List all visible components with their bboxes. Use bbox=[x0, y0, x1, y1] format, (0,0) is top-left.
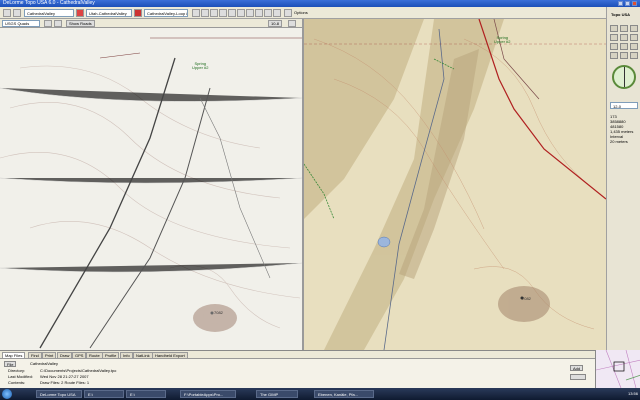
taskbar-item-5[interactable]: The GIMP bbox=[256, 390, 298, 398]
tool-7-icon[interactable] bbox=[246, 9, 254, 17]
nav-btn-12[interactable] bbox=[630, 52, 638, 59]
zoom-level-field[interactable]: 12-0 bbox=[610, 102, 638, 109]
nav-btn-2[interactable] bbox=[620, 25, 628, 32]
open-icon[interactable] bbox=[3, 9, 11, 17]
spring-label-right-sub: Upper #2 bbox=[494, 39, 511, 44]
tool-5-icon[interactable] bbox=[228, 9, 236, 17]
minimize-icon[interactable] bbox=[618, 1, 623, 6]
tool-3-icon[interactable] bbox=[210, 9, 218, 17]
nav-btn-4[interactable] bbox=[610, 34, 618, 41]
relief-graphic bbox=[304, 19, 606, 350]
start-button-icon[interactable] bbox=[2, 389, 12, 399]
window-titlebar: DeLorme Topo USA 6.0 - CathedralValley bbox=[0, 0, 640, 7]
nav-btn-7[interactable] bbox=[610, 43, 618, 50]
system-clock[interactable]: 13:56 bbox=[628, 390, 638, 398]
shaded-relief-map[interactable]: Spring Upper #2 7082 bbox=[304, 19, 606, 350]
taskbar-item-4[interactable]: F:\PortableApps\Pro... bbox=[180, 390, 236, 398]
tool-8-icon[interactable] bbox=[255, 9, 263, 17]
nav-btn-6[interactable] bbox=[630, 34, 638, 41]
main-toolbar: CathedralValley Utah-CathedralValley Cat… bbox=[0, 7, 606, 19]
show-roads-button[interactable]: Show Roads bbox=[66, 20, 95, 27]
taskbar-item-3[interactable]: E:\ bbox=[126, 390, 166, 398]
route-select[interactable]: Utah-CathedralValley bbox=[86, 9, 132, 17]
usgs-quad-map[interactable]: Spring Upper #2 7082 bbox=[0, 28, 302, 350]
nav-btn-10[interactable] bbox=[610, 52, 618, 59]
window-title: DeLorme Topo USA 6.0 - CathedralValley bbox=[3, 0, 95, 6]
directory-label: Directory: bbox=[8, 368, 26, 373]
quad-select[interactable]: USGS Quads (DRG) bbox=[2, 20, 40, 32]
nav-btn-1[interactable] bbox=[610, 25, 618, 32]
nav-btn-9[interactable] bbox=[630, 43, 638, 50]
compass-icon[interactable] bbox=[612, 65, 636, 89]
close-icon[interactable] bbox=[632, 1, 637, 6]
taskbar-item-1[interactable]: DeLorme Topo USA bbox=[36, 390, 82, 398]
spring-label-left: Spring Upper #2 bbox=[192, 62, 208, 70]
add-button[interactable]: Add bbox=[570, 365, 584, 371]
interval-value: 20 meters bbox=[610, 139, 628, 144]
peak-label-right: 7082 bbox=[522, 296, 531, 301]
scale-field[interactable]: 10-8 bbox=[268, 20, 283, 27]
map-file-select[interactable]: CathedralValley bbox=[24, 9, 74, 17]
tab-bar: Map Files Find Print Draw GPS Route Prof… bbox=[0, 350, 595, 359]
tool-9-icon[interactable] bbox=[264, 9, 272, 17]
spring-label-right: Spring Upper #2 bbox=[494, 36, 510, 44]
data-icon[interactable] bbox=[44, 20, 52, 27]
file-name[interactable]: CathedralValley bbox=[30, 361, 58, 366]
options-label[interactable]: Options bbox=[294, 10, 308, 15]
route2-select[interactable]: CathedralValley-Loop 8/4 bbox=[144, 9, 188, 17]
spring-label-left-sub: Upper #2 bbox=[192, 65, 209, 70]
map-files-panel: File CathedralValley Directory: C:\Docum… bbox=[0, 358, 595, 388]
navigation-panel: Topo USA 12-0 173 3858880 481580 1,435 m… bbox=[606, 7, 640, 350]
file-menu-button[interactable]: File bbox=[4, 361, 17, 367]
modified-label: Last Modified: bbox=[8, 374, 33, 379]
remove-icon[interactable] bbox=[570, 374, 586, 380]
data-icon-2[interactable] bbox=[54, 20, 62, 27]
route-icon[interactable] bbox=[76, 9, 84, 17]
map-options-bar: USGS Quads (DRG) Show Roads 10-8 bbox=[0, 19, 302, 32]
nav-btn-3[interactable] bbox=[630, 25, 638, 32]
taskbar-item-6[interactable]: Ebenen, Kanäle, Pfa... bbox=[314, 390, 374, 398]
nav-btn-5[interactable] bbox=[620, 34, 628, 41]
tool-4-icon[interactable] bbox=[219, 9, 227, 17]
contents-label: Contents: bbox=[8, 380, 26, 385]
overview-graphic bbox=[596, 350, 640, 388]
nav-btn-11[interactable] bbox=[620, 52, 628, 59]
directory-value: C:\Documents\Projects\CathedralValley.tp… bbox=[40, 368, 117, 373]
modified-value: Wed Nov 28 21:27:27 2007 bbox=[40, 374, 89, 379]
options-icon[interactable] bbox=[284, 9, 292, 17]
contents-value: Draw Files: 2 Route Files: 1 bbox=[40, 380, 90, 385]
draw-icon[interactable] bbox=[134, 9, 142, 17]
peak-label-left: 7082 bbox=[214, 310, 223, 315]
tool-6-icon[interactable] bbox=[237, 9, 245, 17]
map-menu-icon[interactable] bbox=[288, 20, 296, 27]
tool-2-icon[interactable] bbox=[201, 9, 209, 17]
tool-10-icon[interactable] bbox=[273, 9, 281, 17]
taskbar-item-2[interactable]: E:\ bbox=[84, 390, 124, 398]
brand-label: Topo USA bbox=[611, 12, 631, 17]
usgs-quad-graphic bbox=[0, 28, 302, 350]
overview-map[interactable] bbox=[595, 350, 640, 388]
nav-btn-8[interactable] bbox=[620, 43, 628, 50]
save-icon[interactable] bbox=[13, 9, 21, 17]
tool-1-icon[interactable] bbox=[192, 9, 200, 17]
os-taskbar: DeLorme Topo USA E:\ E:\ F:\PortableApps… bbox=[0, 388, 640, 400]
maximize-icon[interactable] bbox=[625, 1, 630, 6]
